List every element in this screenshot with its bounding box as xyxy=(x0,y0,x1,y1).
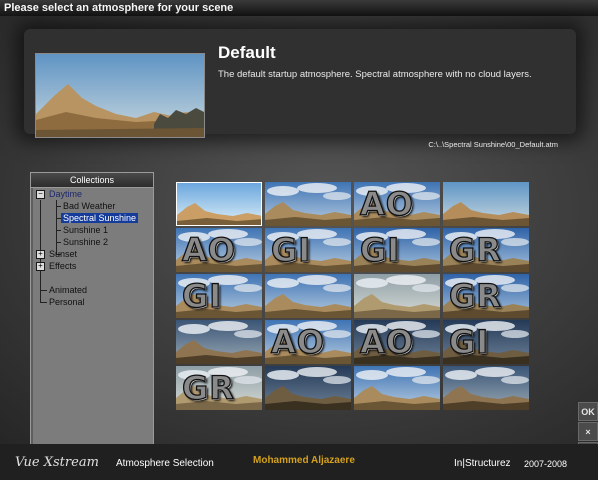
collection-effects[interactable]: Effects xyxy=(47,260,78,272)
sunset-expand-icon[interactable]: + xyxy=(36,250,45,259)
collections-panel: Collections − Daytime Bad Weather Spectr… xyxy=(30,172,154,444)
thumbnail-label: AO xyxy=(270,322,325,361)
thumbnail-label: GR xyxy=(181,368,235,407)
atmosphere-thumbnail[interactable]: GR xyxy=(443,228,529,272)
atmosphere-file-path: C:\..\Spectral Sunshine\00_Default.atm xyxy=(428,140,558,149)
atmosphere-thumbnail[interactable] xyxy=(265,182,351,226)
collection-sunset-label: Sunset xyxy=(49,249,78,259)
thumbnail-label: GR xyxy=(448,276,502,315)
atmosphere-thumbnail[interactable]: AO xyxy=(176,228,262,272)
collection-daytime[interactable]: Daytime xyxy=(47,188,84,200)
thumbnail-label: AO xyxy=(359,184,414,223)
thumbnail-label: GR xyxy=(448,230,502,269)
collection-animated-label: Animated xyxy=(49,285,88,295)
window-title: Please select an atmosphere for your sce… xyxy=(0,0,598,16)
atmosphere-thumbnail[interactable]: GR xyxy=(443,274,529,318)
thumbnail-label: GI xyxy=(359,230,401,269)
thumbnail-label: GI xyxy=(181,276,223,315)
atmosphere-thumbnail[interactable]: AO xyxy=(354,320,440,364)
thumbnail-label: GI xyxy=(448,322,490,361)
atmosphere-thumbnail[interactable]: AO xyxy=(265,320,351,364)
atmosphere-thumbnail[interactable] xyxy=(176,320,262,364)
ok-button[interactable]: OK xyxy=(578,402,598,421)
atmosphere-thumbnail[interactable]: GI xyxy=(176,274,262,318)
atmosphere-thumbnail[interactable]: GR xyxy=(176,366,262,410)
collection-sunshine-2-label: Sunshine 2 xyxy=(63,237,109,247)
collection-sunshine-1-label: Sunshine 1 xyxy=(63,225,109,235)
footer-bar: Vue Xstream Atmosphere Selection Mohamme… xyxy=(0,444,598,480)
collections-tree: − Daytime Bad Weather Spectral Sunshine … xyxy=(31,188,153,444)
thumbnail-label: AO xyxy=(359,322,414,361)
collections-header: Collections xyxy=(31,173,153,188)
collection-sunset[interactable]: Sunset xyxy=(47,248,79,260)
collection-animated[interactable]: Animated xyxy=(47,284,89,296)
product-logo: Vue Xstream xyxy=(15,455,99,470)
thumbnail-label: AO xyxy=(181,230,236,269)
atmosphere-thumbnail[interactable] xyxy=(176,182,262,226)
atmosphere-title: Default xyxy=(218,43,276,62)
collection-personal[interactable]: Personal xyxy=(47,296,87,308)
cancel-button[interactable]: × xyxy=(578,422,598,441)
atmosphere-thumbnail[interactable] xyxy=(265,274,351,318)
collection-sunshine-2[interactable]: Sunshine 2 xyxy=(61,236,110,248)
atmosphere-thumbnail[interactable]: GI xyxy=(265,228,351,272)
daytime-collapse-icon[interactable]: − xyxy=(36,190,45,199)
atmosphere-thumbnail[interactable] xyxy=(443,366,529,410)
atmosphere-thumbnail[interactable]: GI xyxy=(443,320,529,364)
collection-bad-weather-label: Bad Weather xyxy=(63,201,116,211)
atmosphere-thumbnail[interactable]: AO xyxy=(354,182,440,226)
collection-spectral-sunshine[interactable]: Spectral Sunshine xyxy=(61,212,139,224)
footer-brand: In|Structurez xyxy=(454,458,511,469)
collection-spectral-sunshine-label: Spectral Sunshine xyxy=(61,213,139,223)
footer-subtitle: Atmosphere Selection xyxy=(116,458,214,469)
footer-author: Mohammed Aljazaere xyxy=(253,455,355,466)
footer-years: 2007-2008 xyxy=(524,459,568,469)
atmosphere-preview-image xyxy=(35,53,205,138)
collection-personal-label: Personal xyxy=(49,297,85,307)
atmosphere-thumbnail[interactable]: GI xyxy=(354,228,440,272)
atmosphere-thumbnail[interactable] xyxy=(265,366,351,410)
atmosphere-thumbnail[interactable] xyxy=(443,182,529,226)
atmosphere-thumbnail[interactable] xyxy=(354,366,440,410)
collection-daytime-label: Daytime xyxy=(49,189,83,199)
atmosphere-thumbnail[interactable] xyxy=(354,274,440,318)
collection-sunshine-1[interactable]: Sunshine 1 xyxy=(61,224,110,236)
collection-bad-weather[interactable]: Bad Weather xyxy=(61,200,117,212)
atmosphere-description: The default startup atmosphere. Spectral… xyxy=(218,69,532,80)
thumbnail-label: GI xyxy=(270,230,312,269)
collection-effects-label: Effects xyxy=(49,261,77,271)
effects-expand-icon[interactable]: + xyxy=(36,262,45,271)
